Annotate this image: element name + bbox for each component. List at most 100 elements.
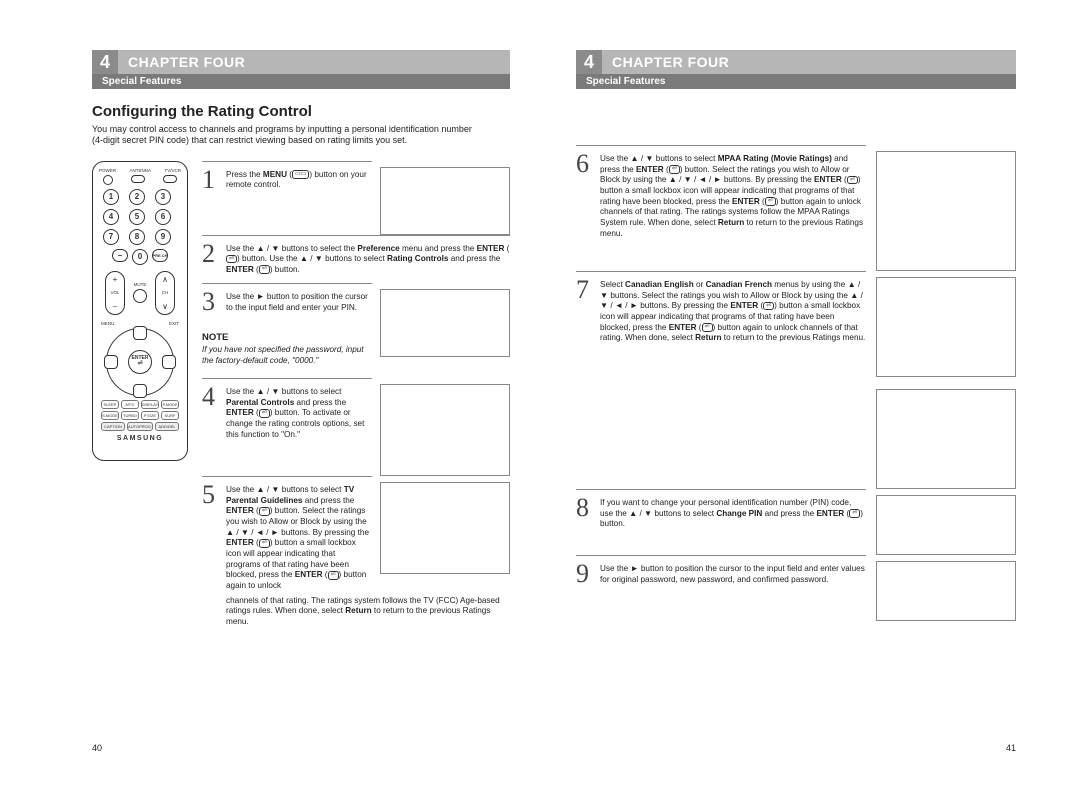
page-number-left: 40 <box>92 743 102 753</box>
dash-button: – <box>112 249 128 262</box>
nav-up-icon <box>133 326 147 340</box>
remote-power-label: POWER <box>99 168 116 173</box>
step-text: Use the ▲ / ▼ buttons to select Parental… <box>226 385 372 440</box>
remote-row-b: S.MODE TURBO P.SIZE SURF <box>101 411 179 420</box>
screenshot-placeholder <box>380 482 510 574</box>
step-text: Press the MENU (▭▭) button on your remot… <box>226 168 372 191</box>
vol-rocker: +VOL– <box>105 271 125 315</box>
num-6: 6 <box>155 209 171 225</box>
step-number: 7 <box>576 278 594 344</box>
step-number: 3 <box>202 290 220 313</box>
num-1: 1 <box>103 189 119 205</box>
remote-tvvcr-label: TV/VCR <box>164 168 181 173</box>
screenshot-placeholder <box>876 561 1016 621</box>
step-number: 4 <box>202 385 220 440</box>
step-2: 2 Use the ▲ / ▼ buttons to select the Pr… <box>202 235 510 284</box>
screenshot-placeholder <box>380 167 510 235</box>
btn-surf: SURF <box>161 411 179 420</box>
step-text: Use the ► button to position the cursor … <box>226 290 372 313</box>
remote-row-c: CAPTION AUTOPROG. ADD/DEL <box>101 422 179 431</box>
step-text: Use the ▲ / ▼ buttons to select the Pref… <box>226 242 510 276</box>
section-title: Configuring the Rating Control <box>92 103 510 120</box>
step-text: Select Canadian English or Canadian Fren… <box>600 278 866 344</box>
note-text: If you have not specified the password, … <box>202 345 372 366</box>
step-5: 5 Use the ▲ / ▼ buttons to select TV Par… <box>202 476 372 596</box>
note-label: NOTE <box>202 332 372 343</box>
screenshot-placeholder <box>876 495 1016 555</box>
chapter-header: 4 CHAPTER FOUR <box>92 50 510 74</box>
nav-left-icon <box>104 355 118 369</box>
num-0: 0 <box>132 249 148 265</box>
ch-rocker: ∧CH∨ <box>155 271 175 315</box>
btn-caption: CAPTION <box>101 422 125 431</box>
btn-adddel: ADD/DEL <box>155 422 179 431</box>
antenna-button <box>131 175 145 183</box>
chapter-number: 4 <box>576 50 602 74</box>
num-2: 2 <box>129 189 145 205</box>
num-9: 9 <box>155 229 171 245</box>
step-text: Use the ► button to position the cursor … <box>600 562 866 585</box>
btn-smode: S.MODE <box>101 411 119 420</box>
step-text: Use the ▲ / ▼ buttons to select MPAA Rat… <box>600 152 866 239</box>
screenshot-placeholder <box>380 384 510 476</box>
prech-button: PRE.CH <box>152 249 168 262</box>
step-3: 3 Use the ► button to position the curso… <box>202 283 372 327</box>
btn-mts: MTS <box>121 400 139 409</box>
exit-label: EXIT <box>169 321 179 326</box>
remote-column: POWER ANTENNA TV/VCR 123 456 789 <box>92 161 190 628</box>
remote-brand: SAMSUNG <box>99 435 181 442</box>
chapter-header: 4 CHAPTER FOUR <box>576 50 1016 74</box>
page-left: 4 CHAPTER FOUR Special Features Configur… <box>8 50 540 771</box>
step-number: 2 <box>202 242 220 276</box>
remote-illustration: POWER ANTENNA TV/VCR 123 456 789 <box>92 161 188 461</box>
tvvcr-button <box>163 175 177 183</box>
step-number: 5 <box>202 483 220 592</box>
step-5-continuation: channels of that rating. The ratings sys… <box>202 596 502 628</box>
chapter-subtitle: Special Features <box>92 74 510 89</box>
step-8: 8 If you want to change your personal id… <box>576 489 866 544</box>
btn-autoprog: AUTOPROG. <box>127 422 153 431</box>
step-number: 9 <box>576 562 594 585</box>
screenshot-placeholder <box>380 289 510 357</box>
left-steps: 1 Press the MENU (▭▭) button on your rem… <box>202 161 510 628</box>
step-7: 7 Select Canadian English or Canadian Fr… <box>576 271 866 358</box>
screenshot-placeholder <box>876 277 1016 377</box>
btn-pmode: P.MODE <box>161 400 179 409</box>
btn-display: DISPLAY <box>141 400 160 409</box>
mute-button <box>133 289 147 303</box>
num-7: 7 <box>103 229 119 245</box>
manual-spread: 4 CHAPTER FOUR Special Features Configur… <box>0 0 1080 791</box>
step-number: 1 <box>202 168 220 191</box>
num-4: 4 <box>103 209 119 225</box>
note-block: NOTE If you have not specified the passw… <box>202 328 372 378</box>
num-3: 3 <box>155 189 171 205</box>
chapter-number: 4 <box>92 50 118 74</box>
btn-psize: P.SIZE <box>141 411 159 420</box>
chapter-title: CHAPTER FOUR <box>118 50 510 74</box>
step-9: 9 Use the ► button to position the curso… <box>576 555 866 599</box>
page-number-right: 41 <box>1006 743 1016 753</box>
nav-down-icon <box>133 384 147 398</box>
remote-row-a: SLEEP MTS DISPLAY P.MODE <box>101 400 179 409</box>
num-8: 8 <box>129 229 145 245</box>
step-1: 1 Press the MENU (▭▭) button on your rem… <box>202 161 372 205</box>
section-intro: You may control access to channels and p… <box>92 124 472 147</box>
step-4: 4 Use the ▲ / ▼ buttons to select Parent… <box>202 378 372 454</box>
chapter-title: CHAPTER FOUR <box>602 50 1016 74</box>
remote-numpad: 123 456 789 <box>103 189 177 245</box>
screenshot-placeholder <box>876 389 1016 489</box>
step-text: Use the ▲ / ▼ buttons to select TV Paren… <box>226 483 372 592</box>
left-content: POWER ANTENNA TV/VCR 123 456 789 <box>92 161 510 628</box>
num-5: 5 <box>129 209 145 225</box>
step-text: If you want to change your personal iden… <box>600 496 866 530</box>
remote-ant-label: ANTENNA <box>129 168 151 173</box>
power-icon <box>103 175 113 185</box>
menu-label: MENU <box>101 321 114 326</box>
chapter-subtitle: Special Features <box>576 74 1016 89</box>
step-number: 6 <box>576 152 594 239</box>
enter-button: ENTER⏎ <box>128 350 152 374</box>
step-number: 8 <box>576 496 594 530</box>
step-6: 6 Use the ▲ / ▼ buttons to select MPAA R… <box>576 145 866 253</box>
btn-turbo: TURBO <box>121 411 139 420</box>
mute-label: MUTE <box>134 282 147 287</box>
